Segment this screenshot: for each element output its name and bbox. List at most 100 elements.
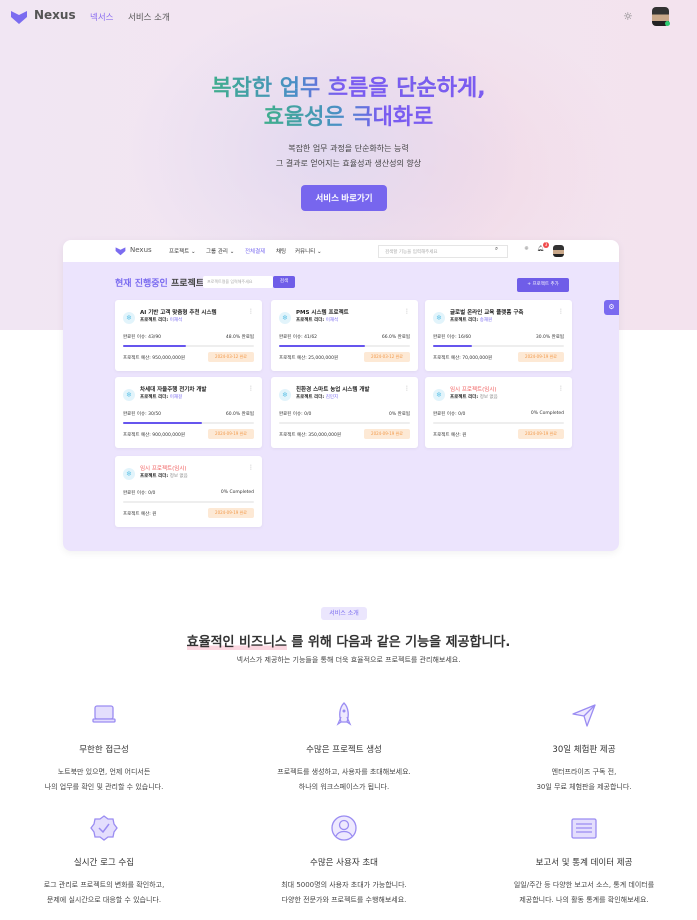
project-card[interactable]: ❄ 차세대 자율주행 전기차 개발 프로젝트 리더: 이재걸 ⋮ 완료된 이슈:… [115, 377, 262, 448]
project-name[interactable]: 임시 프로젝트(임시) [140, 464, 187, 472]
preview-nav: Nexus 프로젝트 ⌄ 그룹 관리 ⌄ 전체결제 채팅 커뮤니티 ⌄ 검색할 … [63, 240, 619, 262]
progress-bar [123, 422, 254, 424]
preview-menu-project[interactable]: 프로젝트 ⌄ [169, 247, 196, 255]
preview-sun-icon[interactable]: ☼ [524, 246, 529, 252]
project-icon: ❄ [123, 312, 135, 324]
issue-count: 완료된 이슈: 0/0 [123, 491, 156, 496]
project-card[interactable]: ❄ 임시 프로젝트(임시) 프로젝트 리더: 정보 없음 ⋮ 완료된 이슈: 0… [425, 377, 572, 448]
due-date-badge: 2024-09-19 완료 [208, 429, 254, 439]
more-options-icon[interactable]: ⋮ [558, 308, 564, 315]
preview-menu-payment[interactable]: 전체결제 [245, 247, 265, 255]
completion-percent: 0% Completed [220, 490, 254, 495]
project-card[interactable]: ❄ PMS 시스템 프로젝트 프로젝트 리더: 이재석 ⋮ 완료된 이슈: 41… [271, 300, 418, 371]
project-name[interactable]: PMS 시스템 프로젝트 [296, 308, 349, 316]
badge-check-icon [90, 815, 118, 841]
hero-subtitle-1: 복잡한 업무 과정을 단순화하는 능력 [288, 144, 409, 153]
project-budget: 프로젝트 예산: 900,000,000원 [123, 433, 185, 438]
project-budget: 프로젝트 예산: 950,000,000원 [123, 356, 185, 361]
more-options-icon[interactable]: ⋮ [404, 385, 410, 392]
feature-description: 로그 관리로 프로젝트의 변화를 확인하고, 문제에 실시간으로 대응할 수 있습… [43, 881, 165, 904]
project-card[interactable]: ❄ 친환경 스마트 농업 시스템 개발 프로젝트 리더: 김민지 ⋮ 완료된 이… [271, 377, 418, 448]
preview-menu-chat[interactable]: 채팅 [276, 247, 286, 255]
preview-avatar[interactable] [553, 245, 564, 257]
feature-item: 30일 체험판 제공 엔터프라이즈 구독 전, 30일 무료 체험판을 제공합니다… [474, 700, 694, 795]
due-date-badge: 2024-03-12 완료 [208, 352, 254, 362]
preview-brand: Nexus [130, 246, 152, 254]
issue-count: 완료된 이슈: 16/60 [433, 335, 472, 340]
preview-search-button[interactable]: 검색 [273, 276, 295, 288]
issue-count: 완료된 이슈: 0/0 [279, 412, 312, 417]
more-options-icon[interactable]: ⋮ [248, 308, 254, 315]
project-icon: ❄ [123, 389, 135, 401]
project-icon: ❄ [433, 389, 445, 401]
preview-menu-community[interactable]: 커뮤니티 ⌄ [295, 247, 322, 255]
report-icon [571, 818, 597, 839]
top-nav: Nexus 넥서스 서비스 소개 ☼ [0, 0, 697, 35]
go-to-service-button[interactable]: 서비스 바로가기 [301, 185, 387, 211]
settings-gear-icon[interactable]: ⚙ [604, 300, 619, 315]
due-date-badge: 2024-09-19 완료 [364, 429, 410, 439]
project-budget: 프로젝트 예산: 70,000,000원 [433, 356, 493, 361]
feature-description: 프로젝트를 생성하고, 사용자를 초대해보세요. 하나의 워크스페이스가 됩니다. [277, 768, 411, 791]
theme-toggle-sun-icon[interactable]: ☼ [623, 10, 633, 23]
progress-bar [433, 345, 564, 347]
progress-bar [123, 345, 254, 347]
project-name[interactable]: 친환경 스마트 농업 시스템 개발 [296, 385, 369, 393]
feature-item: 수많은 프로젝트 생성 프로젝트를 생성하고, 사용자를 초대해보세요. 하나의 … [234, 700, 454, 795]
more-options-icon[interactable]: ⋮ [248, 385, 254, 392]
more-options-icon[interactable]: ⋮ [558, 385, 564, 392]
completion-percent: 30.0% 완료됨 [535, 335, 564, 340]
preview-search-input[interactable]: 검색할 기능을 입력해주세요 [378, 245, 508, 258]
project-card[interactable]: ❄ 임시 프로젝트(임시) 프로젝트 리더: 정보 없음 ⋮ 완료된 이슈: 0… [115, 456, 262, 527]
online-status-dot [665, 21, 670, 26]
completion-percent: 66.0% 완료됨 [381, 335, 410, 340]
project-name[interactable]: 글로벌 온라인 교육 플랫폼 구축 [450, 308, 523, 316]
project-name[interactable]: 임시 프로젝트(임시) [450, 385, 497, 393]
preview-heading: 현재 진행중인 프로젝트 [115, 279, 205, 289]
feature-title: 30일 체험판 제공 [552, 745, 616, 755]
project-card[interactable]: ❄ 글로벌 온라인 교육 플랫폼 구축 프로젝트 리더: 송재원 ⋮ 완료된 이… [425, 300, 572, 371]
progress-bar [279, 345, 410, 347]
more-options-icon[interactable]: ⋮ [248, 464, 254, 471]
user-circle-icon [331, 815, 357, 841]
feature-item: 보고서 및 통계 데이터 제공 일일/주간 등 다양한 보고서 소스, 통계 데… [474, 813, 694, 908]
issue-count: 완료된 이슈: 41/62 [279, 335, 318, 340]
due-date-badge: 2024-09-19 완료 [518, 352, 564, 362]
project-icon: ❄ [279, 389, 291, 401]
completion-percent: 60.0% 완료됨 [225, 412, 254, 417]
feature-description: 최대 5000명의 사용자 초대가 가능합니다. 다양한 전문가와 프로젝트를 수… [281, 881, 407, 904]
feature-title: 실시간 로그 수집 [73, 858, 135, 868]
issue-count: 완료된 이슈: 43/90 [123, 335, 162, 340]
preview-project-search[interactable]: 프로젝트명을 입력해주세요 [203, 276, 273, 288]
services-badge: 서비스 소개 [321, 607, 367, 620]
feature-description: 일일/주간 등 다양한 보고서 소스, 통계 데이터를 제공합니다. 나의 활동 … [513, 881, 655, 904]
more-options-icon[interactable]: ⋮ [404, 308, 410, 315]
hero-title: 복잡한 업무 흐름을 단순하게, 효율성은 극대화로 [211, 76, 486, 130]
paper-plane-icon [572, 704, 596, 727]
laptop-icon [92, 705, 116, 723]
brand-name[interactable]: Nexus [34, 8, 76, 22]
completion-percent: 48.0% 완료됨 [225, 335, 254, 340]
project-leader: 프로젝트 리더: 송재원 [450, 318, 493, 323]
project-leader: 프로젝트 리더: 이재걸 [140, 395, 183, 400]
project-budget: 프로젝트 예산: 350,000,000원 [279, 433, 341, 438]
preview-notif-badge: 3 [543, 242, 549, 248]
nexus-logo-icon[interactable] [10, 9, 28, 25]
rocket-icon [336, 702, 352, 726]
nav-link-services[interactable]: 서비스 소개 [128, 11, 170, 23]
project-name[interactable]: 차세대 자율주행 전기차 개발 [140, 385, 206, 393]
services-subtitle: 넥서스가 제공하는 기능들을 통해 더욱 효율적으로 프로젝트를 관리해보세요. [236, 656, 461, 664]
completion-percent: 0% 완료됨 [389, 412, 410, 417]
due-date-badge: 2024-03-12 완료 [364, 352, 410, 362]
services-title: 효율적인 비즈니스 를 위해 다음과 같은 기능을 제공합니다. [186, 635, 511, 650]
nav-link-nexus[interactable]: 넥서스 [90, 11, 113, 23]
feature-title: 무한한 접근성 [79, 745, 129, 755]
feature-description: 엔터프라이즈 구독 전, 30일 무료 체험판을 제공합니다. [536, 768, 632, 791]
hero-subtitle-2: 그 결과로 얻어지는 효율성과 생산성의 향상 [275, 159, 422, 168]
add-project-button[interactable]: + 프로젝트 추가 [517, 278, 569, 292]
preview-menu-group[interactable]: 그룹 관리 ⌄ [206, 247, 234, 255]
preview-logo-icon [115, 247, 126, 256]
project-name[interactable]: AI 기반 고객 맞춤형 추천 시스템 [140, 308, 217, 316]
project-card[interactable]: ❄ AI 기반 고객 맞춤형 추천 시스템 프로젝트 리더: 이재석 ⋮ 완료된… [115, 300, 262, 371]
preview-search-icon[interactable]: ⌕ [495, 246, 498, 253]
